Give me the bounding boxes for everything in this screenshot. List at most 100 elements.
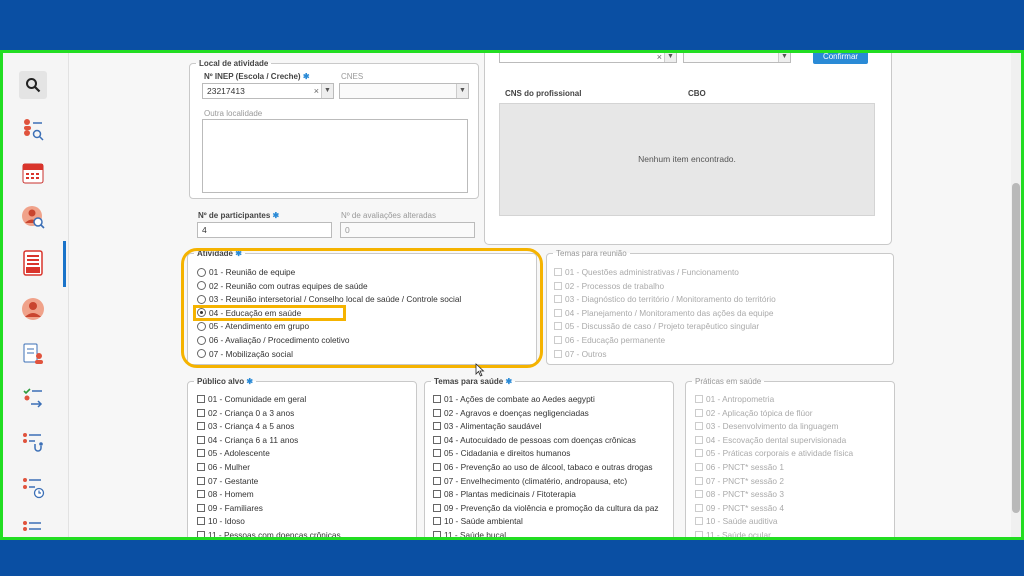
cnes-select[interactable]: ▼: [339, 83, 469, 99]
publico-alvo-option[interactable]: 11 - Pessoas com doenças crônicas: [197, 529, 341, 540]
tema-reuniao-option-label: 03 - Diagnóstico do território / Monitor…: [565, 294, 776, 305]
tema-saude-option[interactable]: 06 - Prevenção ao uso de álcool, tabaco …: [433, 461, 652, 473]
checkbox[interactable]: [433, 408, 441, 417]
search-icon[interactable]: [19, 71, 47, 99]
publico-alvo-option[interactable]: 02 - Criança 0 a 3 anos: [197, 407, 294, 419]
profile-search-icon[interactable]: [19, 203, 47, 231]
tema-reuniao-option-label: 05 - Discussão de caso / Projeto terapêu…: [565, 321, 760, 332]
scrollbar[interactable]: [1011, 53, 1021, 537]
checkbox[interactable]: [197, 503, 205, 512]
checkbox[interactable]: [433, 517, 441, 526]
avaliacoes-value: 0: [345, 225, 350, 235]
checkbox[interactable]: [433, 449, 441, 458]
pratica-saude-option: 05 - Práticas corporais e atividade físi…: [695, 447, 853, 459]
checkbox: [695, 395, 703, 403]
checkbox[interactable]: [433, 490, 441, 499]
checkbox: [554, 295, 562, 304]
outra-localidade-textarea[interactable]: [202, 119, 468, 193]
document-user-icon[interactable]: [19, 340, 47, 368]
checkbox[interactable]: [433, 476, 441, 485]
avaliacoes-input[interactable]: 0: [340, 222, 475, 238]
tema-saude-option[interactable]: 03 - Alimentação saudável: [433, 420, 541, 432]
list-clock-icon[interactable]: [19, 473, 47, 501]
checkbox[interactable]: [197, 395, 205, 403]
checkbox[interactable]: [197, 517, 205, 526]
pratica-saude-option-label: 04 - Escovação dental supervisionada: [706, 434, 847, 445]
checkbox[interactable]: [433, 531, 441, 537]
publico-alvo-option[interactable]: 08 - Homem: [197, 488, 254, 500]
clear-icon[interactable]: ×: [657, 53, 662, 62]
pratica-saude-option: 11 - Saúde ocular: [695, 529, 771, 537]
tema-saude-option-label: 06 - Prevenção ao uso de álcool, tabaco …: [444, 462, 653, 472]
user-avatar-icon[interactable]: [19, 295, 47, 323]
publico-alvo-option[interactable]: 04 - Criança 6 a 11 anos: [197, 434, 298, 446]
tema-saude-option[interactable]: 09 - Prevenção da violência e promoção d…: [433, 502, 658, 514]
tema-saude-option[interactable]: 04 - Autocuidado de pessoas com doenças …: [433, 434, 636, 446]
checkbox[interactable]: [433, 503, 441, 512]
tema-saude-option[interactable]: 10 - Saúde ambiental: [433, 515, 523, 527]
clear-icon[interactable]: ×: [314, 84, 319, 98]
cns-column-header[interactable]: CNS do profissional: [505, 89, 581, 98]
pratica-saude-option-label: 03 - Desenvolvimento da linguagem: [706, 421, 839, 432]
chevron-down-icon[interactable]: ▼: [664, 53, 676, 62]
checkbox: [695, 476, 703, 485]
checkbox[interactable]: [197, 435, 205, 444]
checklist-arrow-icon[interactable]: [19, 383, 47, 411]
calendar-icon[interactable]: [19, 159, 47, 187]
tema-saude-option[interactable]: 07 - Envelhecimento (climatério, andropa…: [433, 475, 627, 487]
tema-saude-option[interactable]: 08 - Plantas medicinais / Fitoterapia: [433, 488, 576, 500]
checkbox: [695, 517, 703, 526]
pratica-saude-option-label: 10 - Saúde auditiva: [706, 516, 778, 527]
inep-select[interactable]: 23217413 × ▼: [202, 83, 334, 99]
profissional-select[interactable]: × ▼: [499, 53, 677, 63]
cbo-select[interactable]: ▼: [683, 53, 791, 63]
user-search-icon[interactable]: [19, 115, 47, 143]
cbo-column-header[interactable]: CBO: [688, 89, 706, 98]
list-icon[interactable]: [19, 515, 47, 537]
pratica-saude-option: 02 - Aplicação tópica de flúor: [695, 407, 813, 419]
checkbox[interactable]: [197, 490, 205, 499]
tema-saude-option[interactable]: 11 - Saúde bucal: [433, 529, 506, 537]
tema-saude-option[interactable]: 01 - Ações de combate ao Aedes aegypti: [433, 393, 595, 405]
cds-document-icon[interactable]: [19, 249, 47, 277]
chevron-down-icon[interactable]: ▼: [456, 84, 468, 98]
publico-alvo-option-label: 06 - Mulher: [208, 462, 250, 472]
publico-alvo-option[interactable]: 10 - Idoso: [197, 515, 245, 527]
tema-reuniao-option: 05 - Discussão de caso / Projeto terapêu…: [554, 320, 759, 332]
checkbox[interactable]: [197, 531, 205, 537]
checkbox[interactable]: [433, 463, 441, 471]
temas-reuniao-legend: Temas para reunião: [556, 249, 627, 258]
educacao-highlight: [193, 305, 346, 321]
chevron-down-icon[interactable]: ▼: [778, 53, 790, 62]
publico-alvo-option[interactable]: 09 - Familiares: [197, 502, 263, 514]
list-stethoscope-icon[interactable]: [19, 428, 47, 456]
checkbox[interactable]: [433, 395, 441, 403]
checkbox[interactable]: [197, 422, 205, 431]
tema-saude-option[interactable]: 05 - Cidadania e direitos humanos: [433, 447, 570, 459]
publico-alvo-option-label: 11 - Pessoas com doenças crônicas: [208, 530, 341, 540]
publico-alvo-option[interactable]: 01 - Comunidade em geral: [197, 393, 306, 405]
publico-alvo-option[interactable]: 03 - Criança 4 a 5 anos: [197, 420, 294, 432]
publico-alvo-option[interactable]: 07 - Gestante: [197, 475, 258, 487]
checkbox[interactable]: [197, 476, 205, 485]
checkbox[interactable]: [197, 463, 205, 471]
publico-alvo-option-label: 03 - Criança 4 a 5 anos: [208, 421, 295, 432]
checkbox: [695, 435, 703, 444]
checkbox[interactable]: [433, 422, 441, 431]
checkbox[interactable]: [197, 449, 205, 458]
checkbox[interactable]: [197, 408, 205, 417]
pratica-saude-option-label: 05 - Práticas corporais e atividade físi…: [706, 448, 854, 459]
tema-saude-option-label: 08 - Plantas medicinais / Fitoterapia: [444, 489, 576, 500]
publico-alvo-option[interactable]: 06 - Mulher: [197, 461, 250, 473]
confirmar-button[interactable]: Confirmar: [813, 53, 868, 64]
chevron-down-icon[interactable]: ▼: [321, 84, 333, 98]
profissionais-table-body: Nenhum item encontrado.: [499, 103, 875, 216]
checkbox[interactable]: [433, 435, 441, 444]
pratica-saude-option: 06 - PNCT* sessão 1: [695, 461, 784, 473]
avaliacoes-label: Nº de avaliações alteradas: [341, 211, 436, 220]
publico-alvo-legend: Público alvo ✱: [197, 377, 254, 386]
publico-alvo-option[interactable]: 05 - Adolescente: [197, 447, 270, 459]
scrollbar-thumb[interactable]: [1012, 183, 1020, 513]
tema-saude-option[interactable]: 02 - Agravos e doenças negligenciadas: [433, 407, 589, 419]
participantes-input[interactable]: 4: [197, 222, 332, 238]
